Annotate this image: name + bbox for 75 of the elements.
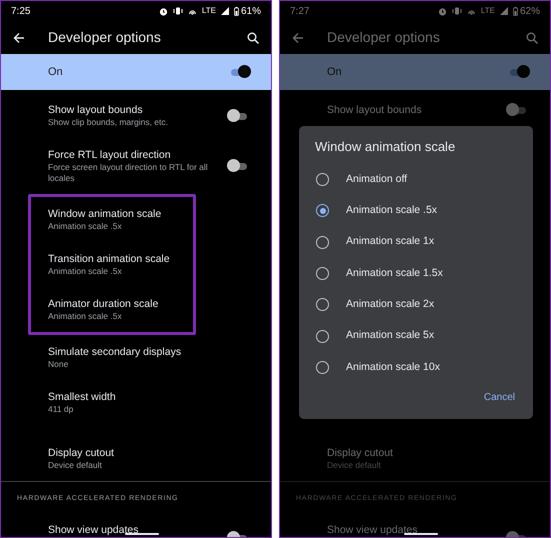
status-time: 7:27 — [290, 4, 310, 18]
master-switch-label: On — [48, 64, 63, 80]
vibrate-icon — [172, 7, 183, 15]
setting-title: Show view updates — [327, 523, 418, 537]
app-bar-title: Developer options — [327, 28, 441, 47]
master-switch-bar[interactable]: On — [1, 54, 271, 90]
master-switch-label: On — [327, 64, 342, 80]
battery-icon — [234, 6, 239, 16]
setting-row[interactable]: Force RTL layout direction Force screen layout direction to RTL for all locales — [1, 138, 271, 194]
setting-title: Transition animation scale — [48, 252, 171, 266]
setting-summary: Device default — [48, 460, 103, 471]
setting-summary: Animation scale .5x — [48, 266, 123, 277]
alarm-icon — [158, 6, 168, 16]
setting-row[interactable]: Simulate secondary displays None — [1, 335, 271, 380]
option-label: Animation scale 1x — [346, 234, 434, 250]
status-time: 7:25 — [11, 4, 30, 18]
option-label: Animation scale 2x — [346, 296, 434, 312]
setting-title: Show view updates — [48, 523, 138, 537]
back-icon[interactable] — [13, 32, 25, 44]
battery-level: 62% — [520, 4, 540, 18]
setting-summary: None — [48, 359, 70, 370]
cancel-button[interactable]: Cancel — [482, 390, 517, 405]
setting-title: Window animation scale — [48, 207, 162, 221]
setting-title: Smallest width — [48, 390, 117, 404]
setting-title: Show layout bounds — [327, 103, 423, 117]
toggle-switch[interactable] — [506, 103, 528, 117]
setting-title: Display cutout — [327, 446, 394, 460]
option-label: Animation scale 1.5x — [346, 266, 443, 281]
setting-summary: Device default — [327, 460, 382, 471]
setting-row[interactable]: Smallest width 411 dp — [1, 380, 271, 425]
radio-option[interactable]: Animation scale 1x — [299, 226, 533, 258]
setting-summary: 411 dp — [48, 404, 74, 415]
setting-summary: Animation scale .5x — [48, 311, 123, 322]
network-type: LTE — [202, 5, 216, 17]
dialog-title: Window animation scale — [314, 138, 456, 156]
setting-summary: Show clip bounds, margins, etc. — [48, 117, 170, 128]
option-label: Animation scale .5x — [346, 203, 438, 218]
setting-row[interactable]: Transition animation scale Animation scale .5x — [31, 242, 193, 287]
radio-option[interactable]: Animation off — [299, 164, 533, 196]
setting-row[interactable]: Animator duration scale Animation scale .5x — [31, 287, 193, 332]
setting-title: Display cutout — [48, 446, 115, 460]
toggle-switch[interactable] — [227, 108, 249, 122]
setting-summary: Force screen layout direction to RTL for all locales — [48, 162, 209, 184]
radio-option[interactable]: Animation scale 1.5x — [299, 258, 533, 290]
radio-option[interactable]: Animation scale 5x — [299, 320, 533, 352]
battery-level: 61% — [240, 4, 261, 18]
radio-option[interactable]: Animation scale .5x — [299, 195, 533, 227]
vibrate-icon — [452, 7, 462, 15]
app-bar-title: Developer options — [48, 28, 162, 47]
signal-icon — [500, 7, 508, 15]
setting-row[interactable]: Show view updates — [1, 517, 271, 537]
toggle-switch[interactable] — [227, 159, 249, 173]
signal-icon — [220, 7, 229, 15]
radio-option[interactable]: Animation scale 2x — [299, 289, 533, 320]
setting-row[interactable]: Show layout bounds Show clip bounds, margins, etc. — [1, 93, 271, 138]
setting-row[interactable]: Display cutout Device default — [1, 436, 271, 481]
toggle-switch[interactable] — [229, 65, 251, 79]
setting-title: Force RTL layout direction — [48, 148, 172, 162]
setting-summary: Animation scale .5x — [48, 221, 123, 232]
setting-title: Animator duration scale — [48, 297, 160, 311]
setting-row[interactable]: Window animation scale Animation scale .5x — [31, 197, 193, 242]
alarm-icon — [438, 6, 447, 16]
setting-title: Show layout bounds — [48, 103, 144, 117]
battery-icon — [512, 6, 518, 16]
toggle-switch[interactable] — [508, 65, 530, 79]
option-label: Animation scale 5x — [346, 328, 434, 344]
setting-row[interactable]: Show layout bounds — [280, 93, 550, 127]
option-label: Animation off — [346, 172, 408, 187]
option-label: Animation scale 10x — [346, 360, 440, 375]
network-type: LTE — [480, 5, 495, 17]
setting-row[interactable]: Show view updates — [280, 517, 550, 537]
setting-title: Simulate secondary displays — [48, 345, 182, 359]
search-icon[interactable] — [247, 32, 259, 44]
setting-row[interactable]: Display cutout Device default — [280, 436, 550, 481]
radio-option[interactable]: Animation scale 10x — [299, 352, 533, 384]
